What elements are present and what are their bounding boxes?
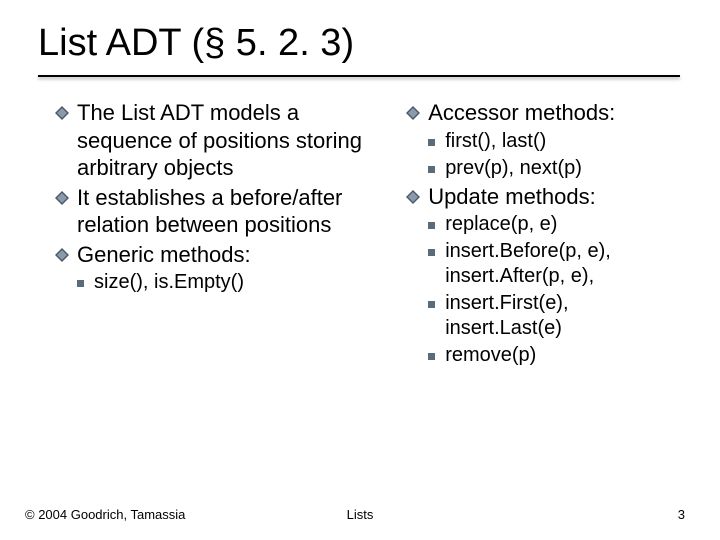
page-number: 3	[678, 507, 685, 522]
bullet-text: Update methods:	[428, 183, 596, 211]
sub-bullet-text: size(), is.Empty()	[94, 270, 244, 295]
right-column: Accessor methods: first(), last() prev(p…	[406, 99, 690, 370]
sub-bullet-text: insert.First(e), insert.Last(e)	[445, 291, 690, 341]
square-icon	[428, 222, 435, 229]
square-icon	[428, 301, 435, 308]
diamond-icon	[55, 106, 69, 120]
sub-bullet-item: first(), last()	[406, 129, 690, 154]
sub-bullet-item: remove(p)	[406, 343, 690, 368]
sub-bullet-item: prev(p), next(p)	[406, 156, 690, 181]
sub-bullet-item: replace(p, e)	[406, 212, 690, 237]
bullet-text: It establishes a before/after relation b…	[77, 184, 388, 239]
slide-title: List ADT (§ 5. 2. 3)	[0, 0, 720, 65]
copyright: © 2004 Goodrich, Tamassia	[25, 507, 185, 522]
sub-bullet-text: replace(p, e)	[445, 212, 557, 237]
footer-title: Lists	[347, 507, 374, 522]
sub-bullet-item: insert.First(e), insert.Last(e)	[406, 291, 690, 341]
bullet-item: Accessor methods:	[406, 99, 690, 127]
sub-bullet-text: prev(p), next(p)	[445, 156, 582, 181]
bullet-item: Generic methods:	[55, 241, 388, 269]
diamond-icon	[55, 248, 69, 262]
diamond-icon	[55, 191, 69, 205]
sub-bullet-text: insert.Before(p, e), insert.After(p, e),	[445, 239, 690, 289]
left-column: The List ADT models a sequence of positi…	[55, 99, 388, 370]
bullet-text: The List ADT models a sequence of positi…	[77, 99, 388, 182]
bullet-item: It establishes a before/after relation b…	[55, 184, 388, 239]
bullet-text: Generic methods:	[77, 241, 251, 269]
square-icon	[428, 166, 435, 173]
bullet-text: Accessor methods:	[428, 99, 615, 127]
square-icon	[428, 249, 435, 256]
bullet-item: Update methods:	[406, 183, 690, 211]
content-area: The List ADT models a sequence of positi…	[0, 77, 720, 370]
square-icon	[77, 280, 84, 287]
footer: © 2004 Goodrich, Tamassia Lists 3	[0, 507, 720, 522]
sub-bullet-text: first(), last()	[445, 129, 546, 154]
diamond-icon	[406, 106, 420, 120]
bullet-item: The List ADT models a sequence of positi…	[55, 99, 388, 182]
sub-bullet-item: insert.Before(p, e), insert.After(p, e),	[406, 239, 690, 289]
sub-bullet-item: size(), is.Empty()	[55, 270, 388, 295]
square-icon	[428, 139, 435, 146]
diamond-icon	[406, 190, 420, 204]
square-icon	[428, 353, 435, 360]
sub-bullet-text: remove(p)	[445, 343, 536, 368]
